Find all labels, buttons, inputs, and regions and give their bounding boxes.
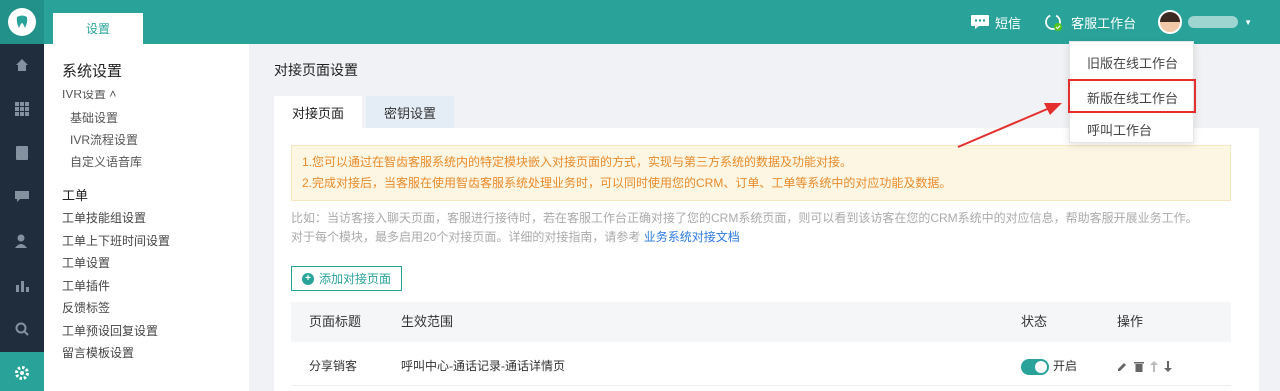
grid-icon: [15, 101, 29, 119]
status-toggle-wrap[interactable]: 开启: [1021, 346, 1077, 386]
user-icon: [15, 234, 29, 251]
header-title: 页面标题: [309, 314, 362, 329]
sidebar-item-work-hours[interactable]: 工单上下班时间设置: [62, 230, 249, 253]
sidebar-group-ticket: 工单: [62, 188, 89, 203]
bar-chart-icon: [15, 278, 29, 295]
sidebar-item-ticket-settings[interactable]: 工单设置: [62, 252, 249, 275]
sidebar-item-feedback-tags[interactable]: 反馈标签: [62, 297, 249, 320]
tab-integration-pages[interactable]: 对接页面: [274, 96, 363, 128]
rail-docs[interactable]: [0, 132, 44, 176]
search-icon: [15, 322, 29, 339]
description-line-2: 对于每个模块，最多启用20个对接页面。详细的对接指南，请参考 业务系统对接文档: [291, 228, 1241, 247]
home-icon: [15, 58, 29, 75]
description-text: 对于每个模块，最多启用20个对接页面。详细的对接指南，请参考: [291, 230, 641, 244]
notice-line-1: 1.您可以通过在智齿客服系统内的特定模块嵌入对接页面的方式，实现与第三方系统的数…: [302, 155, 853, 169]
avatar[interactable]: [1158, 10, 1183, 34]
header-status: 状态: [1021, 314, 1048, 329]
move-up-icon[interactable]: [1150, 360, 1158, 372]
tooth-logo-icon: [8, 8, 36, 36]
menu-item-old-online-workbench[interactable]: 旧版在线工作台: [1087, 53, 1178, 72]
sidebar-title: 系统设置: [62, 63, 123, 80]
settings-sidebar: 系统设置 IVR设置 ˄ 基础设置 IVR流程设置 自定义语音库 工单 工单技能…: [44, 44, 249, 391]
row-actions: [1117, 346, 1178, 386]
sidebar-item-ivr-flow[interactable]: IVR流程设置: [62, 129, 249, 151]
table-header: 页面标题 生效范围 状态 操作: [291, 302, 1231, 342]
document-icon: [16, 145, 28, 163]
tab-settings[interactable]: 设置: [53, 13, 143, 44]
rail-users[interactable]: [0, 220, 44, 264]
docs-link[interactable]: 业务系统对接文档: [644, 230, 740, 244]
status-label: 开启: [1053, 359, 1078, 373]
row-scope: 呼叫中心-通话记录-通话详情页: [401, 359, 565, 373]
top-right-area: 短信 客服工作台 ▼: [971, 0, 1280, 44]
rail-search[interactable]: [0, 308, 44, 352]
notice-box: 1.您可以通过在智齿客服系统内的特定模块嵌入对接页面的方式，实现与第三方系统的数…: [291, 145, 1231, 201]
sms-button[interactable]: 短信: [971, 13, 1021, 32]
header-scope: 生效范围: [401, 314, 454, 329]
sidebar-item-voice-library[interactable]: 自定义语音库: [62, 151, 249, 173]
move-down-icon[interactable]: [1164, 360, 1172, 372]
sidebar-list: IVR设置 ˄ 基础设置 IVR流程设置 自定义语音库 工单 工单技能组设置 工…: [62, 90, 249, 365]
page-title: 对接页面设置: [274, 62, 358, 78]
highlight-box: [1068, 79, 1196, 113]
workbench-label: 客服工作台: [1071, 15, 1137, 31]
chevron-down-icon[interactable]: ▼: [1244, 18, 1252, 27]
menu-item-call-workbench[interactable]: 呼叫工作台: [1087, 120, 1152, 139]
table-row: 分享销客 呼叫中心-通话记录-通话详情页 开启: [291, 346, 1231, 386]
sidebar-item-basic[interactable]: 基础设置: [62, 107, 249, 129]
rail-chat[interactable]: [0, 176, 44, 220]
add-page-label: 添加对接页面: [319, 272, 392, 286]
username-redacted: [1188, 16, 1239, 28]
tabs: 对接页面 密钥设置: [274, 96, 455, 128]
delete-icon[interactable]: [1134, 361, 1144, 372]
icon-rail: [0, 44, 44, 391]
notice-line-2: 2.完成对接后，当客服在使用智齿客服系统处理业务时，可以同时使用您的CRM、订单…: [302, 176, 952, 190]
sidebar-group-ivr[interactable]: IVR设置 ˄: [62, 90, 249, 100]
description-line-1: 比如：当访客接入聊天页面，客服进行接待时，若在客服工作台正确对接了您的CRM系统…: [291, 211, 1198, 225]
workbench-button[interactable]: 客服工作台: [1043, 12, 1136, 32]
refresh-status-icon: [1043, 12, 1065, 32]
add-page-button[interactable]: + 添加对接页面: [291, 266, 403, 291]
tab-key-settings[interactable]: 密钥设置: [366, 96, 455, 128]
sidebar-item-message-templates[interactable]: 留言模板设置: [62, 342, 249, 365]
edit-icon[interactable]: [1117, 361, 1128, 372]
sidebar-item-preset-replies[interactable]: 工单预设回复设置: [62, 320, 249, 343]
sidebar-item-skill-group[interactable]: 工单技能组设置: [62, 207, 249, 230]
header-actions: 操作: [1117, 314, 1144, 329]
gear-icon: [14, 365, 30, 384]
status-toggle[interactable]: [1021, 358, 1049, 375]
description: 比如：当访客接入聊天页面，客服进行接待时，若在客服工作台正确对接了您的CRM系统…: [291, 209, 1241, 247]
sms-label: 短信: [995, 15, 1022, 31]
rail-settings[interactable]: [0, 352, 44, 391]
chat-icon: [15, 190, 29, 206]
top-bar: 设置 短信 客服工作台 ▼: [0, 0, 1280, 44]
message-icon: [971, 15, 990, 29]
row-title: 分享销客: [309, 359, 358, 373]
app-logo[interactable]: [0, 0, 44, 44]
rail-apps[interactable]: [0, 88, 44, 132]
rail-home[interactable]: [0, 44, 44, 88]
sidebar-item-ticket-plugins[interactable]: 工单插件: [62, 275, 249, 298]
plus-icon: +: [302, 272, 314, 285]
rail-stats[interactable]: [0, 264, 44, 308]
